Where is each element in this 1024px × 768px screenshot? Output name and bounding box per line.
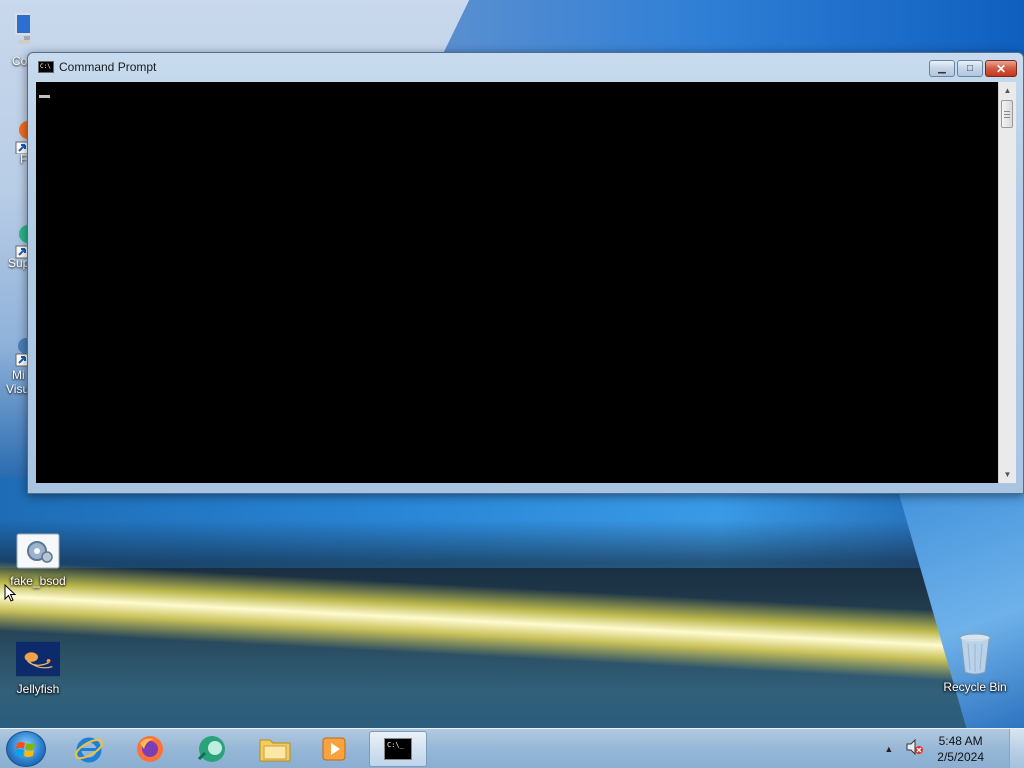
close-icon: ✕ [995,61,1007,76]
desktop-icon-fake-bsod[interactable]: fake_bsod [0,532,76,588]
minimize-button[interactable]: ▁ [929,60,955,77]
taskbar-internet-explorer[interactable] [60,731,118,767]
desktop-icon-label: Recycle Bin [943,680,1007,694]
desktop-icon-firefox-shortcut[interactable]: F [0,118,30,180]
taskbar-command-prompt[interactable]: C:\_ [369,731,427,767]
desktop-icon-label: Jellyfish [16,682,60,696]
console-output[interactable] [36,82,998,483]
vertical-scrollbar[interactable]: ▲ ▼ [998,82,1016,483]
maximize-icon: □ [966,63,974,74]
computer-icon [6,12,30,44]
caption-buttons: ▁ □ ✕ [929,60,1017,77]
scroll-down-arrow-icon[interactable]: ▼ [999,466,1016,483]
desktop-icon-recycle-bin[interactable]: Recycle Bin [937,632,1013,694]
scroll-up-arrow-icon[interactable]: ▲ [999,82,1016,99]
system-tray: ▲ 5:48 AM 2/5/2024 [884,729,984,768]
taskbar: C:\_ ▲ 5:48 AM 2/5/2024 [0,728,1024,768]
recycle-bin-icon [953,632,997,676]
grip-line [1004,114,1010,115]
desktop-icon-jellyfish[interactable]: Jellyfish [0,640,76,696]
minimize-icon: ▁ [938,63,946,74]
volume-muted-icon[interactable] [905,738,924,760]
grip-line [1004,111,1010,112]
maximize-button[interactable]: □ [957,60,983,77]
taskbar-firefox[interactable] [121,731,179,767]
internet-explorer-icon [74,737,104,763]
show-desktop-button[interactable] [1009,729,1024,768]
cmd-icon: C:\ [38,61,54,73]
scroll-thumb[interactable] [1001,100,1013,128]
wallpaper-shape [440,0,1024,60]
desktop-icon-computer[interactable]: Co [0,10,30,80]
desktop: Co F Sup Mi Visu fake_bsod Jellyfish Rec… [0,0,1024,768]
window-titlebar[interactable]: C:\ Command Prompt [28,53,1023,81]
jellyfish-image-icon [16,640,60,678]
clock-time: 5:48 AM [938,734,983,748]
clock-date: 2/5/2024 [937,750,984,764]
desktop-icon-visual-studio-shortcut[interactable]: Mi Visu [0,336,30,406]
desktop-icon-support-shortcut[interactable]: Sup [0,220,30,284]
windows-logo-icon [15,742,35,757]
settings-app-icon [16,532,60,570]
text-cursor [39,95,50,98]
taskbar-green-app[interactable] [183,731,241,767]
firefox-icon [137,736,163,762]
command-prompt-window[interactable]: C:\ Command Prompt ▁ □ ✕ ▲ ▼ [27,52,1024,494]
window-title: Command Prompt [59,60,157,74]
start-button[interactable] [6,731,46,767]
taskbar-file-explorer[interactable] [246,731,304,767]
mouse-pointer-icon [4,583,17,607]
taskbar-media-player[interactable] [305,731,363,767]
show-hidden-icons-icon[interactable]: ▲ [884,744,893,754]
media-player-icon [322,737,346,761]
close-button[interactable]: ✕ [985,60,1017,77]
folder-icon [259,739,291,762]
grip-line [1004,117,1010,118]
cmd-icon: C:\_ [384,738,412,760]
green-app-icon [197,736,225,762]
clock[interactable]: 5:48 AM 2/5/2024 [937,733,984,765]
